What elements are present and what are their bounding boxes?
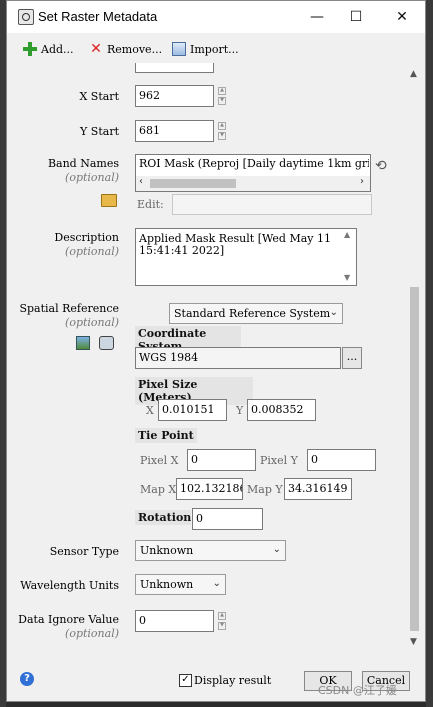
wavelength-units-select[interactable]: Unknown ⌄ bbox=[135, 574, 226, 595]
delete-icon: ✕ bbox=[90, 41, 102, 57]
vertical-scroll-thumb[interactable] bbox=[410, 287, 419, 631]
x-start-label: X Start bbox=[79, 90, 119, 103]
x-start-input[interactable]: 962 bbox=[135, 85, 214, 107]
tie-pixel-x-label: Pixel X bbox=[140, 454, 179, 467]
pixel-size-x-label: X bbox=[146, 404, 154, 417]
scroll-left-icon[interactable]: ‹ bbox=[139, 176, 143, 187]
chevron-down-icon: ⌄ bbox=[329, 307, 338, 318]
scroll-right-icon[interactable]: › bbox=[360, 176, 364, 187]
add-label: Add... bbox=[41, 42, 74, 56]
reference-system-select[interactable]: Standard Reference System ⌄ bbox=[169, 303, 343, 324]
tie-map-x-label: Map X bbox=[140, 483, 177, 496]
coordinate-system-field[interactable]: WGS 1984 bbox=[135, 347, 341, 369]
band-name-item[interactable]: ROI Mask (Reproj [Daily daytime 1km gri bbox=[139, 157, 369, 170]
help-icon[interactable]: ? bbox=[20, 672, 34, 686]
y-start-input[interactable]: 681 bbox=[135, 120, 214, 142]
data-ignore-optional: (optional) bbox=[65, 627, 119, 640]
band-names-list[interactable]: ROI Mask (Reproj [Daily daytime 1km gri … bbox=[135, 154, 371, 192]
textarea-scroll-down-icon[interactable]: ▼ bbox=[344, 273, 350, 282]
tie-pixel-x-input[interactable]: 0 bbox=[187, 449, 256, 471]
description-textarea[interactable]: Applied Mask Result [Wed May 11 15:41:41… bbox=[135, 228, 357, 286]
refresh-icon[interactable]: ⟲ bbox=[375, 158, 387, 174]
chevron-down-icon: ⌄ bbox=[272, 544, 281, 555]
band-names-optional: (optional) bbox=[65, 171, 119, 184]
reference-system-value: Standard Reference System bbox=[174, 307, 331, 320]
horizontal-scroll-thumb[interactable] bbox=[150, 179, 236, 188]
spatial-reference-label: Spatial Reference bbox=[19, 302, 119, 315]
close-icon[interactable]: ✕ bbox=[392, 7, 412, 27]
band-names-label: Band Names bbox=[47, 157, 119, 170]
x-start-spinner[interactable]: ▲ ▼ bbox=[218, 87, 226, 105]
tie-map-y-label: Map Y bbox=[247, 483, 283, 496]
description-line-2: 15:41:41 2022] bbox=[139, 244, 225, 257]
y-start-label: Y Start bbox=[80, 125, 119, 138]
scroll-down-icon[interactable]: ▼ bbox=[410, 637, 417, 647]
maximize-icon[interactable]: ☐ bbox=[346, 7, 366, 27]
plus-icon bbox=[23, 42, 37, 56]
rotation-input[interactable]: 0 bbox=[192, 508, 263, 530]
horizontal-scrollbar[interactable]: ‹ › bbox=[136, 176, 370, 191]
display-result-checkbox[interactable]: ✓ bbox=[179, 674, 192, 687]
background-image-right bbox=[426, 0, 433, 707]
spatial-reference-optional: (optional) bbox=[65, 316, 119, 329]
data-ignore-label: Data Ignore Value bbox=[18, 613, 119, 626]
folder-icon[interactable] bbox=[101, 194, 117, 207]
remove-button[interactable]: ✕ Remove... bbox=[89, 41, 162, 57]
pixel-size-y-label: Y bbox=[236, 404, 244, 417]
dialog-window: Set Raster Metadata — ☐ ✕ Add... ✕ Remov… bbox=[6, 0, 426, 702]
pixel-size-x-input[interactable]: 0.010151 bbox=[158, 399, 227, 421]
map-icon[interactable] bbox=[76, 336, 90, 350]
view-icon[interactable] bbox=[99, 336, 114, 350]
description-label: Description bbox=[54, 231, 119, 244]
sensor-type-select[interactable]: Unknown ⌄ bbox=[135, 540, 286, 561]
tie-map-x-input[interactable]: 102.132186 bbox=[176, 478, 243, 500]
vertical-scrollbar[interactable]: ▲ ▼ bbox=[407, 63, 423, 661]
import-button[interactable]: Import... bbox=[172, 41, 239, 57]
wavelength-units-value: Unknown bbox=[140, 578, 194, 591]
tie-pixel-y-input[interactable]: 0 bbox=[307, 449, 376, 471]
tie-map-y-input[interactable]: 34.316149 bbox=[284, 478, 352, 500]
tie-pixel-y-label: Pixel Y bbox=[260, 454, 298, 467]
app-icon bbox=[18, 9, 34, 25]
minimize-icon[interactable]: — bbox=[307, 7, 327, 27]
sensor-type-value: Unknown bbox=[140, 544, 194, 557]
rotation-heading: Rotation bbox=[135, 510, 191, 525]
sensor-type-label: Sensor Type bbox=[49, 545, 119, 558]
title-bar: Set Raster Metadata — ☐ ✕ bbox=[7, 1, 425, 33]
band-name-edit-input[interactable] bbox=[172, 194, 372, 215]
pixel-size-y-input[interactable]: 0.008352 bbox=[247, 399, 316, 421]
window-title: Set Raster Metadata bbox=[38, 9, 158, 24]
import-label: Import... bbox=[190, 42, 239, 56]
tie-point-heading: Tie Point bbox=[135, 428, 197, 443]
textarea-scroll-up-icon[interactable]: ▲ bbox=[344, 230, 350, 239]
toolbar: Add... ✕ Remove... Import... bbox=[7, 33, 425, 63]
import-icon bbox=[172, 42, 186, 56]
data-ignore-spinner[interactable]: ▲ ▼ bbox=[218, 612, 226, 630]
data-ignore-input[interactable]: 0 bbox=[135, 610, 214, 632]
partial-field[interactable] bbox=[135, 63, 214, 73]
description-optional: (optional) bbox=[65, 245, 119, 258]
display-result-label: Display result bbox=[194, 674, 272, 687]
edit-label: Edit: bbox=[137, 198, 164, 211]
watermark: CSDN @江子媛 bbox=[318, 684, 397, 697]
chevron-down-icon: ⌄ bbox=[212, 578, 221, 589]
scroll-up-icon[interactable]: ▲ bbox=[410, 69, 417, 79]
wavelength-units-label: Wavelength Units bbox=[20, 579, 119, 592]
remove-label: Remove... bbox=[107, 42, 163, 56]
y-start-spinner[interactable]: ▲ ▼ bbox=[218, 122, 226, 140]
browse-coordinate-button[interactable]: ... bbox=[342, 347, 362, 369]
metadata-form[interactable]: X Start 962 ▲ ▼ Y Start 681 ▲ ▼ Band Names… bbox=[7, 63, 407, 663]
add-button[interactable]: Add... bbox=[23, 41, 74, 57]
